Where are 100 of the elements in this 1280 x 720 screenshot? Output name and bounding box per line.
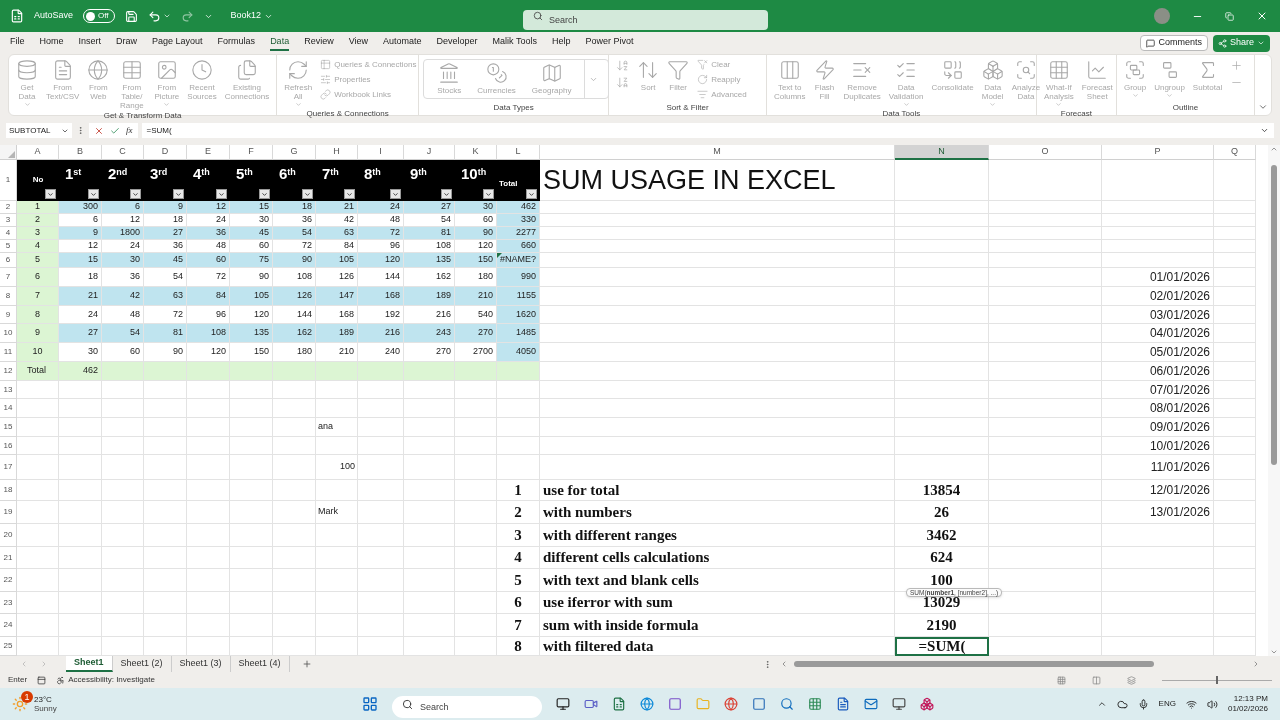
cancel-icon[interactable] <box>94 125 104 136</box>
restore-icon[interactable] <box>1225 11 1234 21</box>
column-letter[interactable]: P <box>1102 145 1214 160</box>
row-number[interactable]: 24 <box>0 614 17 637</box>
folder-icon[interactable] <box>696 697 710 711</box>
column-letter[interactable]: L <box>497 145 540 160</box>
filter-button[interactable] <box>173 189 184 199</box>
enter-icon[interactable] <box>110 125 120 136</box>
row-number[interactable]: 22 <box>0 569 17 592</box>
volume-icon[interactable] <box>1206 698 1218 710</box>
column-letter[interactable]: O <box>989 145 1102 160</box>
row-number[interactable]: 14 <box>0 399 17 418</box>
language-indicator[interactable]: ENG <box>1158 698 1176 710</box>
menu-tab[interactable]: Help <box>551 35 571 51</box>
menu-tab[interactable]: Formulas <box>217 35 256 51</box>
row-number[interactable]: 9 <box>0 306 17 324</box>
column-letter[interactable]: J <box>404 145 455 160</box>
menu-tab[interactable]: Home <box>39 35 64 51</box>
row-number[interactable]: 7 <box>0 268 17 287</box>
filter-button[interactable] <box>441 189 452 199</box>
filter-button[interactable] <box>390 189 401 199</box>
row-number[interactable]: 18 <box>0 480 17 501</box>
zoom-slider[interactable] <box>1162 676 1272 684</box>
formula-field[interactable]: =SUM( <box>141 123 1274 138</box>
menu-tab[interactable]: Insert <box>78 35 102 51</box>
filter-button[interactable] <box>526 189 537 199</box>
select-all-button[interactable] <box>0 145 17 160</box>
mail-icon[interactable] <box>864 697 878 711</box>
browser-icon[interactable] <box>724 697 738 711</box>
column-letter[interactable]: F <box>230 145 273 160</box>
tool-icon[interactable] <box>920 697 934 711</box>
row-number[interactable]: 16 <box>0 437 17 455</box>
app-icon[interactable] <box>668 697 682 711</box>
undo-icon[interactable] <box>147 9 161 23</box>
browser-icon[interactable] <box>640 697 654 711</box>
menu-tab[interactable]: Automate <box>383 35 422 51</box>
previous-sheet-icon[interactable] <box>20 660 28 668</box>
store-icon[interactable] <box>752 697 766 711</box>
row-number[interactable]: 23 <box>0 592 17 614</box>
spreadsheet-icon[interactable] <box>612 697 626 711</box>
vertical-scrollbar[interactable] <box>1268 145 1280 656</box>
accessibility-button[interactable]: Accessibility: Investigate <box>56 674 155 686</box>
sheet-tab[interactable]: Sheet1 <box>66 656 113 672</box>
column-letter[interactable]: D <box>144 145 187 160</box>
caret-icon[interactable] <box>162 12 171 20</box>
column-letter[interactable]: H <box>316 145 358 160</box>
column-letter[interactable]: I <box>358 145 404 160</box>
meeting-icon[interactable] <box>584 697 598 711</box>
filter-button[interactable] <box>259 189 270 199</box>
column-letter[interactable]: K <box>455 145 497 160</box>
column-letter[interactable]: B <box>59 145 102 160</box>
row-number[interactable]: 25 <box>0 637 17 656</box>
menu-tab[interactable]: Review <box>304 35 334 51</box>
row-number[interactable]: 2 <box>0 201 17 214</box>
row-number[interactable]: 15 <box>0 418 17 437</box>
row-number[interactable]: 5 <box>0 240 17 253</box>
column-letter[interactable]: N <box>895 145 989 160</box>
column-letter[interactable]: A <box>17 145 59 160</box>
row-number[interactable]: 17 <box>0 455 17 480</box>
menu-tab[interactable]: View <box>348 35 368 51</box>
row-number[interactable]: 11 <box>0 343 17 362</box>
page-layout-icon[interactable] <box>1092 675 1101 685</box>
comments-button[interactable]: Comments <box>1140 35 1208 51</box>
search-app-icon[interactable] <box>780 697 794 711</box>
normal-view-icon[interactable] <box>1057 675 1066 685</box>
page-break-icon[interactable] <box>1127 675 1136 685</box>
horizontal-scrollbar[interactable] <box>780 659 1260 669</box>
filter-button[interactable] <box>344 189 355 199</box>
row-number[interactable]: 8 <box>0 287 17 306</box>
row-number[interactable]: 13 <box>0 381 17 399</box>
microphone-icon[interactable] <box>1137 698 1149 710</box>
column-letter[interactable]: M <box>540 145 895 160</box>
save-icon[interactable] <box>124 9 138 23</box>
menu-tab[interactable]: File <box>10 35 25 51</box>
row-number[interactable]: 12 <box>0 362 17 381</box>
filter-button[interactable] <box>483 189 494 199</box>
function-button[interactable]: fx <box>126 123 133 138</box>
row-number[interactable]: 10 <box>0 324 17 343</box>
menu-tab[interactable]: Power Pivot <box>585 35 634 51</box>
tray-expand-icon[interactable] <box>1096 699 1107 709</box>
name-box[interactable]: SUBTOTAL <box>6 123 72 138</box>
column-letter[interactable]: G <box>273 145 316 160</box>
column-letter[interactable]: Q <box>1214 145 1256 160</box>
row-number[interactable]: 19 <box>0 501 17 524</box>
document-icon[interactable] <box>836 697 850 711</box>
next-sheet-icon[interactable] <box>40 660 48 668</box>
row-number[interactable]: 4 <box>0 227 17 240</box>
row-number[interactable]: 3 <box>0 214 17 227</box>
taskbar-search-field[interactable]: Search <box>392 696 542 718</box>
row-number[interactable]: 20 <box>0 524 17 547</box>
start-icon[interactable] <box>362 696 378 712</box>
game-icon[interactable] <box>808 697 822 711</box>
column-letter[interactable]: E <box>187 145 230 160</box>
menu-tab[interactable]: Malik Tools <box>492 35 537 51</box>
menu-tab[interactable]: Data <box>270 35 290 51</box>
column-letter[interactable]: C <box>102 145 144 160</box>
row-number[interactable]: 6 <box>0 253 17 268</box>
filter-button[interactable] <box>45 189 56 199</box>
filter-button[interactable] <box>130 189 141 199</box>
menu-tab[interactable]: Draw <box>116 35 138 51</box>
